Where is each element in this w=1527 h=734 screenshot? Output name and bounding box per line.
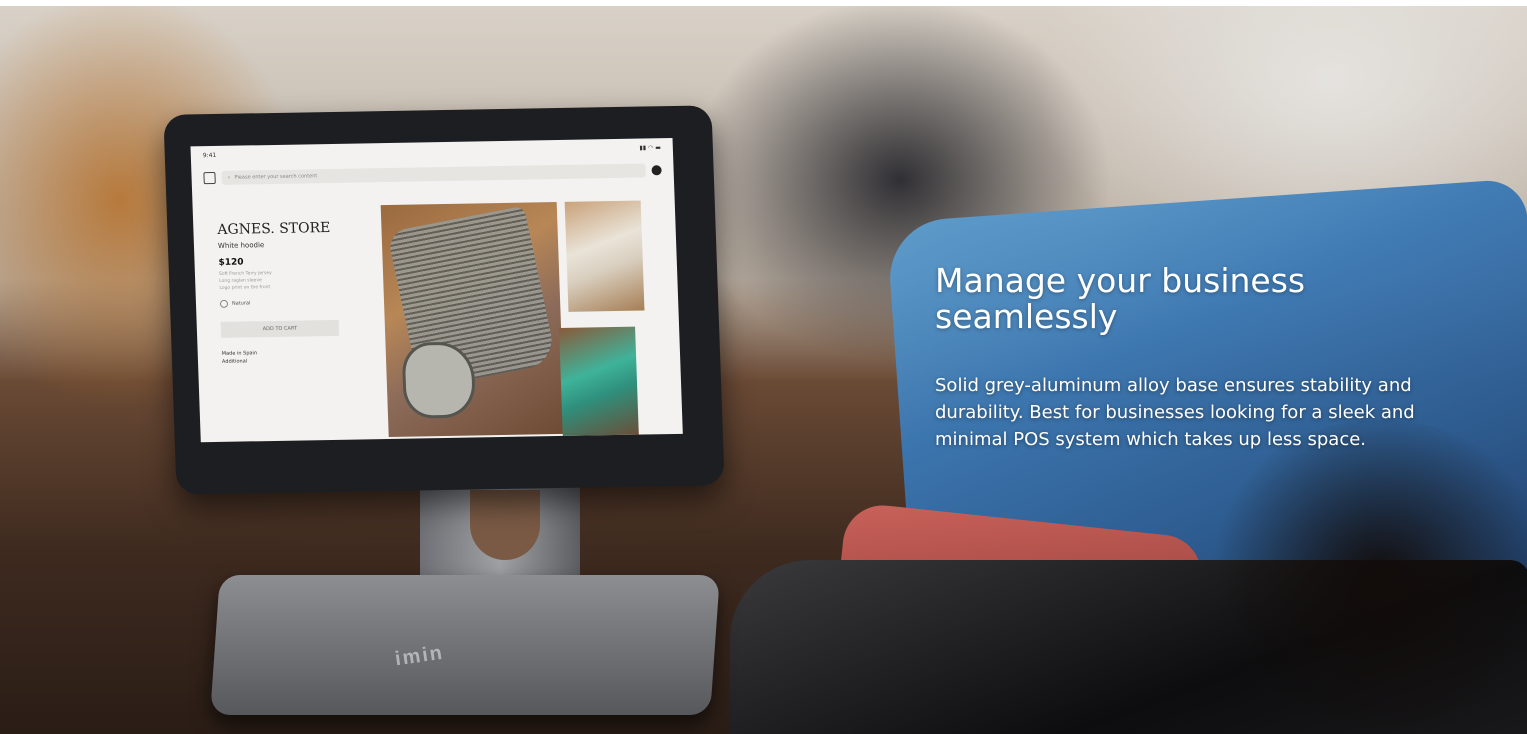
status-bar: 9:41 ▮▮ ◠ ▬ <box>203 144 661 162</box>
product-subtitle: White hoodie <box>217 241 265 250</box>
product-price: $120 <box>218 257 244 268</box>
search-input[interactable]: ⌕ Please enter your search content <box>221 163 646 185</box>
radio-icon <box>219 299 229 308</box>
stand-cutout <box>470 490 540 560</box>
color-option-label: Natural <box>231 300 251 307</box>
stand-base <box>210 575 720 715</box>
status-icons: ▮▮ ◠ ▬ <box>639 144 661 152</box>
hero-description: Solid grey-aluminum alloy base ensures s… <box>935 375 1415 450</box>
search-row: ⌕ Please enter your search content <box>203 162 662 186</box>
meta-line: Additional <box>221 358 248 365</box>
add-to-cart-button[interactable]: ADD TO CART <box>220 319 340 338</box>
top-bar <box>0 0 1527 6</box>
product-meta: Made in Spain Additional <box>222 347 373 366</box>
feature-item: Logo print on the front <box>219 285 271 291</box>
hero-banner: imin 9:41 ▮▮ ◠ ▬ ⌕ Please enter your sea… <box>0 0 1527 734</box>
tablet-screen: 9:41 ▮▮ ◠ ▬ ⌕ Please enter your search c… <box>190 138 683 443</box>
color-option[interactable]: Natural <box>219 297 370 308</box>
edit-icon[interactable] <box>651 165 662 176</box>
product-image-thumb-2[interactable] <box>559 326 639 440</box>
search-icon: ⌕ <box>227 174 231 181</box>
hero-headline: Manage your business seamlessly <box>935 261 1306 336</box>
product-details: AGNES. STORE White hoodie $120 Soft Fren… <box>217 219 372 366</box>
status-time: 9:41 <box>202 151 217 160</box>
home-icon[interactable] <box>203 171 216 185</box>
feature-list: Soft French Terry jersey Long raglan sle… <box>219 268 370 292</box>
store-name: AGNES. STORE <box>217 219 331 238</box>
search-placeholder: Please enter your search content <box>234 173 318 181</box>
pos-tablet: 9:41 ▮▮ ◠ ▬ ⌕ Please enter your search c… <box>163 105 725 495</box>
product-image-thumb-1[interactable] <box>564 200 645 312</box>
